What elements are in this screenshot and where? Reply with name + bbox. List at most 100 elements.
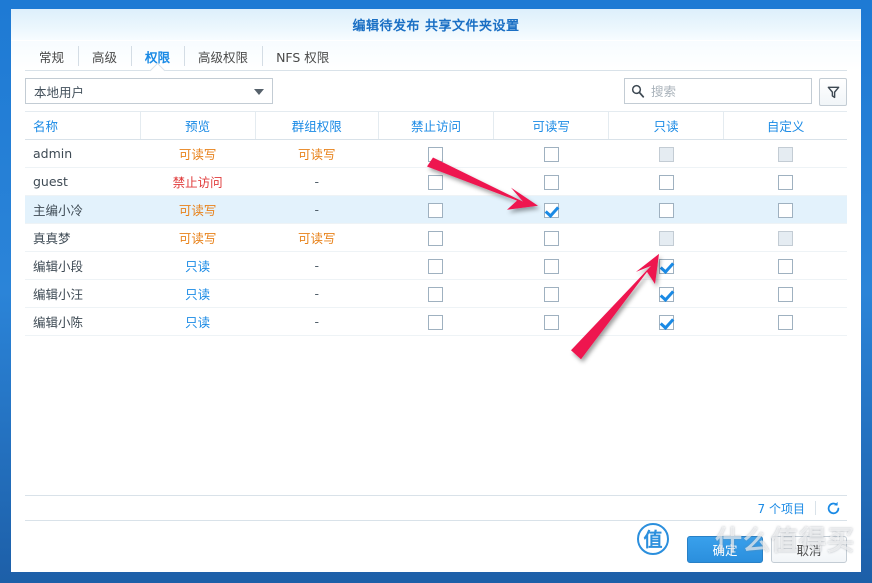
checkbox-no-access[interactable] (428, 259, 443, 274)
cell-preview: 可读写 (140, 224, 255, 252)
checkbox-no-access[interactable] (428, 315, 443, 330)
cell-group-permission: 可读写 (255, 140, 378, 168)
group-permission-value: 可读写 (298, 147, 336, 162)
checkbox-no-access[interactable] (428, 175, 443, 190)
tab-4[interactable]: NFS 权限 (262, 41, 343, 71)
search-box[interactable] (624, 78, 812, 104)
table-row[interactable]: 编辑小段只读- (25, 252, 847, 280)
user-type-value: 本地用户 (34, 82, 84, 101)
filter-button[interactable] (819, 78, 847, 106)
item-count-label: 7 个项目 (758, 500, 805, 517)
watermark-badge: 值 (637, 523, 669, 555)
cell-read-only (609, 280, 724, 308)
cell-read-write (494, 196, 609, 224)
column-header-2[interactable]: 群组权限 (255, 112, 378, 140)
dialog-header: 编辑待发布 共享文件夹设置 (11, 9, 861, 41)
column-header-0[interactable]: 名称 (25, 112, 140, 140)
table-body: admin可读写可读写guest禁止访问-主编小冷可读写-真真梦可读写可读写编辑… (25, 140, 847, 336)
checkbox-read-write[interactable] (544, 259, 559, 274)
cell-name: guest (25, 168, 140, 196)
chevron-down-icon (254, 89, 264, 95)
column-header-6[interactable]: 自定义 (724, 112, 847, 140)
tab-0[interactable]: 常规 (25, 41, 78, 71)
cell-custom (724, 140, 847, 168)
group-permission-value: - (315, 314, 320, 329)
table-row[interactable]: 编辑小陈只读- (25, 308, 847, 336)
column-header-label: 群组权限 (292, 119, 342, 134)
cell-no-access (378, 224, 493, 252)
preview-value: 只读 (185, 287, 210, 302)
checkbox-read-write[interactable] (544, 315, 559, 330)
tab-3[interactable]: 高级权限 (184, 41, 262, 71)
dialog-body: 编辑待发布 共享文件夹设置 常规高级权限高级权限NFS 权限 本地用户 (11, 9, 861, 572)
table-footer: 7 个项目 (25, 495, 847, 521)
footer-divider (815, 501, 816, 515)
column-header-1[interactable]: 预览 (140, 112, 255, 140)
preview-value: 禁止访问 (173, 175, 223, 190)
checkbox-read-write[interactable] (544, 231, 559, 246)
ok-button[interactable]: 确定 (687, 536, 763, 563)
cell-read-write (494, 140, 609, 168)
cell-group-permission: - (255, 196, 378, 224)
cell-name: 编辑小段 (25, 252, 140, 280)
table-row[interactable]: admin可读写可读写 (25, 140, 847, 168)
checkbox-no-access[interactable] (428, 203, 443, 218)
table-header-row: 名称预览 群组权限 禁止访问可读写只读自定义 (25, 112, 847, 140)
tab-2[interactable]: 权限 (131, 41, 184, 71)
cell-no-access (378, 308, 493, 336)
tab-label: 常规 (39, 47, 64, 66)
toolbar: 本地用户 (11, 71, 861, 111)
user-type-select[interactable]: 本地用户 (25, 78, 273, 104)
checkbox-custom[interactable] (778, 203, 793, 218)
cell-read-write (494, 252, 609, 280)
search-input[interactable] (651, 79, 811, 103)
cell-read-write (494, 224, 609, 252)
table-row[interactable]: 真真梦可读写可读写 (25, 224, 847, 252)
checkbox-read-write[interactable] (544, 175, 559, 190)
checkbox-read-write[interactable] (544, 147, 559, 162)
checkbox-custom (778, 231, 793, 246)
cell-read-write (494, 280, 609, 308)
cell-preview: 可读写 (140, 140, 255, 168)
cell-group-permission: - (255, 252, 378, 280)
refresh-button[interactable] (826, 501, 841, 516)
checkbox-read-write[interactable] (544, 287, 559, 302)
group-permission-value: - (315, 174, 320, 189)
cell-read-only (609, 140, 724, 168)
cell-custom (724, 252, 847, 280)
tab-label: 高级 (92, 47, 117, 66)
checkbox-read-only[interactable] (659, 175, 674, 190)
permissions-table: 名称预览群组权限禁止访问可读写只读自定义 admin可读写可读写guest禁止访… (25, 111, 847, 336)
checkbox-read-only[interactable] (659, 203, 674, 218)
checkbox-no-access[interactable] (428, 147, 443, 162)
cell-no-access (378, 196, 493, 224)
checkbox-read-only[interactable] (659, 315, 674, 330)
checkbox-read-only[interactable] (659, 287, 674, 302)
cell-group-permission: - (255, 168, 378, 196)
refresh-icon (826, 501, 841, 516)
checkbox-read-only[interactable] (659, 259, 674, 274)
table-row[interactable]: 编辑小汪只读- (25, 280, 847, 308)
checkbox-custom[interactable] (778, 287, 793, 302)
search-icon (631, 84, 645, 98)
cell-read-only (609, 308, 724, 336)
cell-name: 编辑小陈 (25, 308, 140, 336)
checkbox-read-write[interactable] (544, 203, 559, 218)
cell-preview: 禁止访问 (140, 168, 255, 196)
checkbox-custom[interactable] (778, 259, 793, 274)
column-header-5[interactable]: 只读 (609, 112, 724, 140)
table-row[interactable]: guest 禁止访问 - (25, 168, 847, 196)
table-row[interactable]: 主编小冷可读写- (25, 196, 847, 224)
checkbox-custom[interactable] (778, 175, 793, 190)
cancel-button[interactable]: 取消 (771, 536, 847, 563)
cell-preview: 只读 (140, 252, 255, 280)
tab-1[interactable]: 高级 (78, 41, 131, 71)
checkbox-custom[interactable] (778, 315, 793, 330)
column-header-3[interactable]: 禁止访问 (378, 112, 493, 140)
dialog-button-bar: 确定 取消 (687, 536, 847, 563)
cell-preview: 可读写 (140, 196, 255, 224)
cell-read-write (494, 168, 609, 196)
checkbox-no-access[interactable] (428, 287, 443, 302)
checkbox-no-access[interactable] (428, 231, 443, 246)
column-header-4[interactable]: 可读写 (494, 112, 609, 140)
